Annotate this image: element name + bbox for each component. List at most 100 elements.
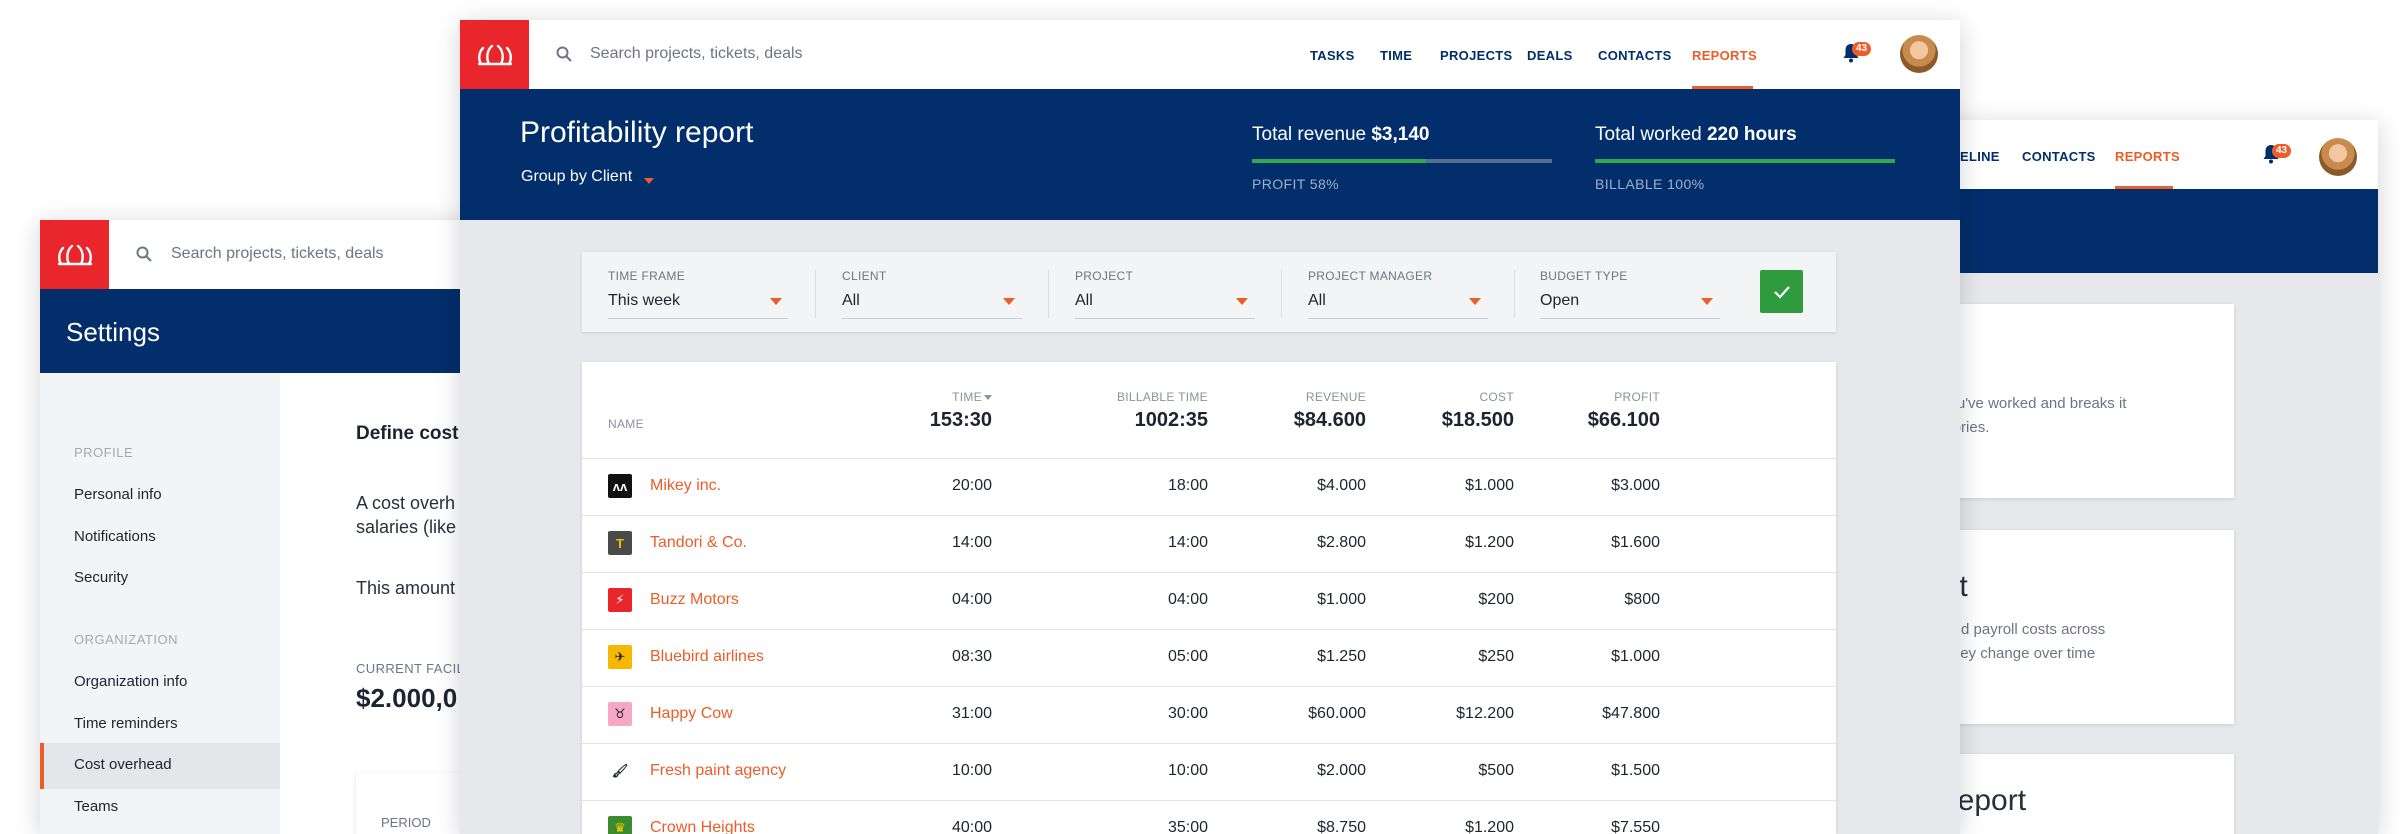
checkmark-icon <box>1773 285 1790 299</box>
cell-billable: 10:00 <box>1167 762 1208 779</box>
profitability-window: Search projects, tickets, deals TASKS TI… <box>460 20 1960 834</box>
section-label-profile: PROFILE <box>74 445 134 460</box>
app-logo[interactable] <box>460 20 529 89</box>
cell-billable: 18:00 <box>1167 477 1208 494</box>
total-revenue-value: $3,140 <box>1371 124 1430 145</box>
client-name[interactable]: Happy Cow <box>650 705 733 723</box>
client-name[interactable]: Buzz Motors <box>650 591 739 609</box>
apply-filters-button[interactable] <box>1760 270 1803 313</box>
crown-logo-icon: ♛ <box>608 816 632 834</box>
active-indicator <box>40 743 44 789</box>
cell-revenue: $60.000 <box>1308 705 1366 722</box>
table-row[interactable]: ʌʌ Mikey inc. 20:00 18:00 $4.000 $1.000 … <box>582 458 1836 515</box>
cell-profit: $7.550 <box>1611 819 1660 834</box>
cell-profit: $3.000 <box>1611 477 1660 494</box>
column-header-revenue[interactable]: REVENUE <box>1222 390 1366 404</box>
page-title: Profitability report <box>520 116 754 149</box>
client-name[interactable]: Fresh paint agency <box>650 762 786 780</box>
cell-cost: $200 <box>1478 591 1514 608</box>
nav-tasks[interactable]: TASKS <box>1310 48 1355 63</box>
column-header-name[interactable]: NAME <box>608 417 644 431</box>
app-logo[interactable] <box>40 220 109 289</box>
row-divider <box>582 515 1836 516</box>
cell-cost: $1.200 <box>1465 819 1514 834</box>
cell-revenue: $4.000 <box>1317 477 1366 494</box>
table-row[interactable]: ♉ Happy Cow 31:00 30:00 $60.000 $12.200 … <box>582 686 1836 743</box>
column-header-time[interactable]: TIME <box>882 390 982 404</box>
divider <box>1514 270 1515 318</box>
chevron-down-icon <box>1701 298 1713 305</box>
cell-cost: $500 <box>1478 762 1514 779</box>
nav-deals[interactable]: DEALS <box>1527 48 1573 63</box>
avatar[interactable] <box>1900 35 1938 73</box>
buzz-logo-icon: ⚡ <box>608 588 632 612</box>
nav-contacts[interactable]: CONTACTS <box>1598 48 1672 63</box>
sidebar-item-teams[interactable]: Teams <box>74 798 118 815</box>
cell-revenue: $2.800 <box>1317 534 1366 551</box>
client-name[interactable]: Bluebird airlines <box>650 648 764 666</box>
client-name[interactable]: Crown Heights <box>650 819 755 834</box>
cell-billable: 14:00 <box>1167 534 1208 551</box>
column-header-cost[interactable]: COST <box>1382 390 1514 404</box>
group-by-label: Group by Client <box>521 168 633 185</box>
content-paragraph: salaries (like <box>356 517 457 537</box>
filter-value: All <box>842 292 860 309</box>
search-input[interactable]: Search projects, tickets, deals <box>171 245 384 263</box>
group-by-dropdown[interactable]: Group by Client <box>521 168 632 186</box>
filter-value: All <box>1075 292 1093 309</box>
report-header: Profitability report Group by Client Tot… <box>460 89 1960 220</box>
filter-bar: TIME FRAME This week CLIENT All PROJECT … <box>582 252 1836 332</box>
search-input[interactable]: Search projects, tickets, deals <box>590 45 803 63</box>
sidebar-item-security[interactable]: Security <box>74 569 128 586</box>
sidebar-item-cost-overhead[interactable]: Cost overhead <box>40 743 280 789</box>
table-row[interactable]: T Tandori & Co. 14:00 14:00 $2.800 $1.20… <box>582 515 1836 572</box>
nav-contacts[interactable]: CONTACTS <box>2022 149 2096 164</box>
period-label: PERIOD <box>381 815 431 830</box>
current-cost-label: CURRENT FACIL <box>356 661 465 676</box>
nav-reports[interactable]: REPORTS <box>1692 48 1757 63</box>
divider <box>1048 270 1049 318</box>
total-worked: Total worked 220 hours <box>1595 124 1797 146</box>
section-label-organization: ORGANIZATION <box>74 632 178 647</box>
filter-label: PROJECT MANAGER <box>1308 269 1433 283</box>
chevron-down-icon <box>770 298 782 305</box>
filter-underline <box>1075 318 1255 319</box>
table-row[interactable]: ✈ Bluebird airlines 08:30 05:00 $1.250 $… <box>582 629 1836 686</box>
nav-pipeline[interactable]: ELINE <box>1960 149 2000 164</box>
table-row[interactable]: 🖌 Fresh paint agency 10:00 10:00 $2.000 … <box>582 743 1836 800</box>
row-divider <box>582 743 1836 744</box>
sidebar-item-time-reminders[interactable]: Time reminders <box>74 715 178 732</box>
filter-value: Open <box>1540 292 1580 309</box>
table-row[interactable]: ⚡ Buzz Motors 04:00 04:00 $1.000 $200 $8… <box>582 572 1836 629</box>
total-worked-label: Total worked <box>1595 124 1702 145</box>
filter-label: PROJECT <box>1075 269 1134 283</box>
nav-reports[interactable]: REPORTS <box>2115 149 2180 164</box>
cell-cost: $1.200 <box>1465 534 1514 551</box>
row-divider <box>582 629 1836 630</box>
filter-label: BUDGET TYPE <box>1540 269 1628 283</box>
sidebar-item-notifications[interactable]: Notifications <box>74 528 156 545</box>
filter-value: This week <box>608 292 681 309</box>
settings-window: Search projects, tickets, deals Settings… <box>40 220 520 834</box>
cell-revenue: $1.250 <box>1317 648 1366 665</box>
column-header-profit[interactable]: PROFIT <box>1522 390 1660 404</box>
table-row[interactable]: ♛ Crown Heights 40:00 35:00 $8.750 $1.20… <box>582 800 1836 834</box>
chevron-down-icon <box>1003 298 1015 305</box>
notification-badge: 43 <box>1852 42 1872 56</box>
chevron-down-icon <box>644 178 654 184</box>
filter-underline <box>842 318 1022 319</box>
sidebar-item-personal-info[interactable]: Personal info <box>74 486 162 503</box>
content-paragraph: A cost overh <box>356 493 456 513</box>
avatar[interactable] <box>2319 138 2357 176</box>
cell-time: 08:30 <box>951 648 992 665</box>
nav-time[interactable]: TIME <box>1380 48 1412 63</box>
client-name[interactable]: Tandori & Co. <box>650 534 747 552</box>
filter-label: CLIENT <box>842 269 887 283</box>
column-header-billable[interactable]: BILLABLE TIME <box>1052 390 1208 404</box>
nav-projects[interactable]: PROJECTS <box>1440 48 1512 63</box>
client-name[interactable]: Mikey inc. <box>650 477 721 495</box>
sidebar-item-organization-info[interactable]: Organization info <box>74 673 187 690</box>
cell-time: 10:00 <box>951 762 992 779</box>
cell-cost: $12.200 <box>1456 705 1514 722</box>
content-heading: Define cost <box>356 423 459 444</box>
